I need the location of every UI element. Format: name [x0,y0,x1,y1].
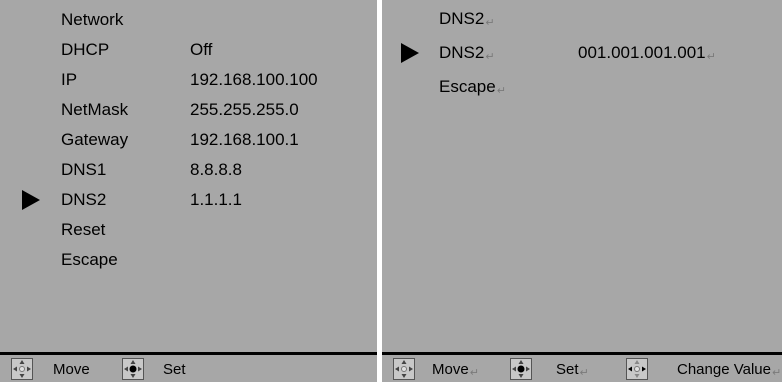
dpad-move-icon [11,358,33,380]
menu-item-dns2[interactable]: DNS2 1.1.1.1 [61,186,361,214]
menu-item-reset[interactable]: Reset [61,216,361,244]
menu-item-value: 255.255.255.0 [190,100,299,119]
set-hint-label: Set [163,361,186,378]
menu-item-dhcp[interactable]: DHCP Off [61,36,361,64]
menu-item-label: Reset [61,220,106,239]
menu-item-value: 192.168.100.1 [190,130,299,149]
network-menu-panel: Network DHCP Off IP 192.168.100.100 NetM… [0,0,377,382]
menu-item-netmask[interactable]: NetMask 255.255.255.0 [61,96,361,124]
set-hint-label: Set↵ [556,361,589,379]
menu-item-value: 8.8.8.8 [190,160,242,179]
dns2-edit-panel: DNS2↵ DNS2↵ 001.001.001.001↵ Escape↵ Mov… [382,0,782,382]
menu-item-dns1[interactable]: DNS1 8.8.8.8 [61,156,361,184]
menu-item-label: NetMask [61,100,129,119]
selection-arrow-icon [22,190,40,210]
dpad-change-icon [626,358,648,380]
menu-item-value: 192.168.100.100 [190,70,318,89]
menu-title-label: Network [61,10,124,29]
move-hint-label: Move [53,361,90,378]
submenu-item-label: Escape↵ [439,77,506,97]
key-hint-footer: Move Set [0,355,377,382]
submenu-item-dns2[interactable]: DNS2↵ 001.001.001.001↵ [439,39,769,67]
dns2-value-field[interactable]: 001.001.001.001↵ [578,39,716,71]
menu-item-escape[interactable]: Escape [61,246,361,274]
menu-item-label: Gateway [61,130,129,149]
dpad-move-icon [393,358,415,380]
menu-item-label: IP [61,70,78,89]
menu-item-label: DHCP [61,40,110,59]
submenu-item-label: DNS2↵ [439,43,495,63]
key-hint-footer: Move↵ Set↵ Change Value↵ [382,355,782,382]
menu-item-label: Escape [61,250,118,269]
dpad-set-icon [510,358,532,380]
change-value-hint-label: Change Value↵ [677,361,782,379]
submenu-item-escape[interactable]: Escape↵ [439,73,769,101]
menu-item-label: DNS1 [61,160,107,179]
move-hint-label: Move↵ [432,361,479,379]
menu-item-label: DNS2 [61,190,107,209]
menu-item-value: 1.1.1.1 [190,190,242,209]
menu-item-value: Off [190,40,213,59]
submenu-title-label: DNS2↵ [439,9,495,29]
selection-arrow-icon [401,43,419,63]
dpad-set-icon [122,358,144,380]
menu-item-ip[interactable]: IP 192.168.100.100 [61,66,361,94]
menu-item-gateway[interactable]: Gateway 192.168.100.1 [61,126,361,154]
